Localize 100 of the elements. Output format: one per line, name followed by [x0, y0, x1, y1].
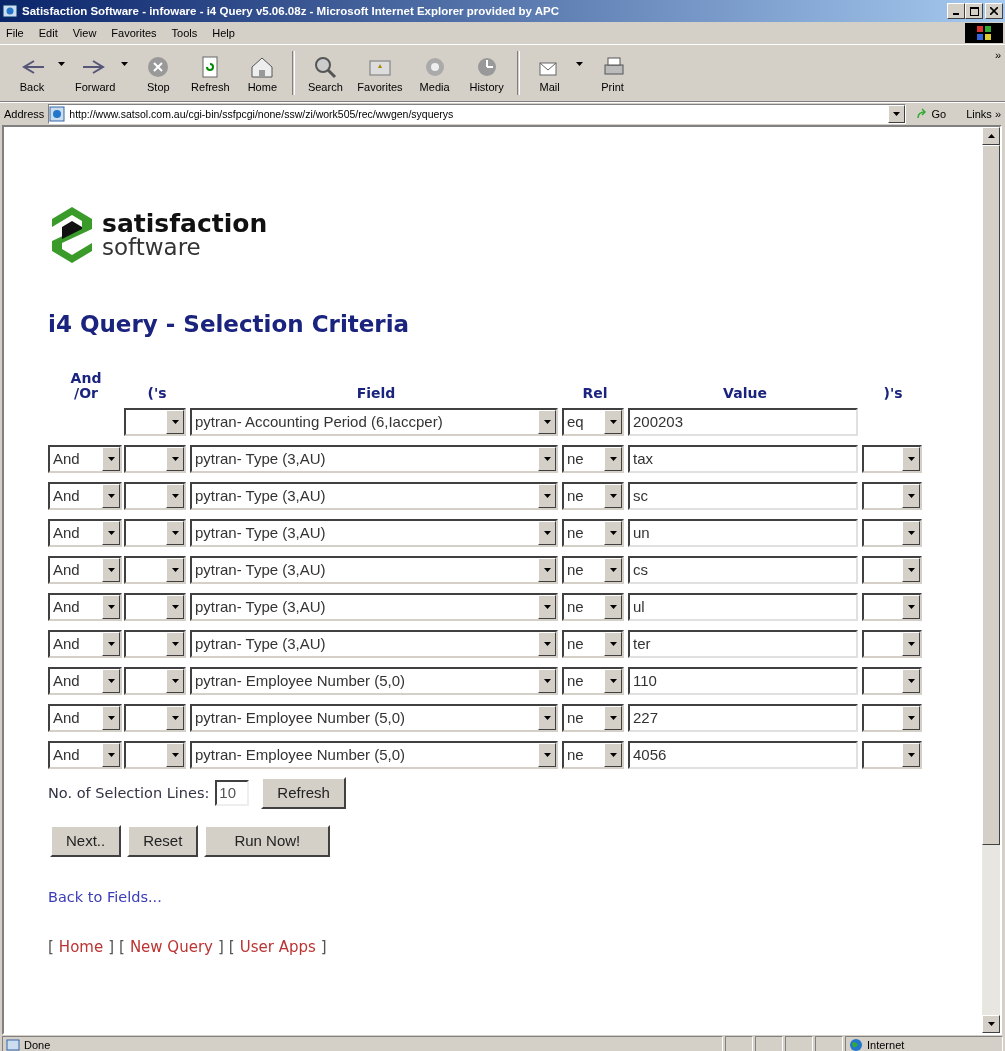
- dropdown[interactable]: ne: [562, 555, 624, 584]
- dropdown[interactable]: [124, 555, 186, 584]
- menu-item[interactable]: Favorites: [111, 27, 157, 39]
- dropdown[interactable]: [862, 481, 922, 510]
- toolbar-button[interactable]: Favorites: [351, 53, 409, 93]
- footer-link[interactable]: New Query: [129, 937, 213, 956]
- minimize-button[interactable]: [947, 3, 965, 19]
- toolbar-button[interactable]: Media: [408, 53, 461, 93]
- dropdown[interactable]: And: [48, 703, 122, 732]
- go-button[interactable]: Go: [910, 108, 953, 120]
- address-label: Address: [4, 108, 45, 120]
- address-field[interactable]: http://www.satsol.com.au/cgi-bin/ssfpcgi/none/ssw/zi/work505/rec/wwgen/syquerys: [48, 104, 907, 124]
- dropdown[interactable]: [124, 481, 186, 510]
- footer-link[interactable]: User Apps: [239, 937, 316, 956]
- value-field[interactable]: cs: [628, 555, 858, 584]
- value-field[interactable]: sc: [628, 481, 858, 510]
- menu-item[interactable]: Edit: [38, 27, 58, 39]
- dropdown[interactable]: pytran- Accounting Period (6,Iaccper): [190, 407, 558, 436]
- value-field[interactable]: tax: [628, 444, 858, 473]
- menu-item[interactable]: File: [6, 27, 24, 39]
- dropdown[interactable]: And: [48, 518, 122, 547]
- value-field[interactable]: 200203: [628, 407, 858, 436]
- refresh-button[interactable]: Refresh: [261, 776, 346, 809]
- dropdown[interactable]: ne: [562, 629, 624, 658]
- globe-icon: [849, 1037, 863, 1051]
- scrollbar[interactable]: [982, 127, 1000, 1033]
- dropdown[interactable]: [862, 666, 922, 695]
- dropdown[interactable]: ne: [562, 592, 624, 621]
- value-field[interactable]: 227: [628, 703, 858, 732]
- dropdown[interactable]: eq: [562, 407, 624, 436]
- dropdown[interactable]: ne: [562, 518, 624, 547]
- dropdown[interactable]: pytran- Type (3,AU): [190, 629, 558, 658]
- dropdown[interactable]: And: [48, 555, 122, 584]
- dropdown[interactable]: ne: [562, 481, 624, 510]
- dropdown[interactable]: [124, 518, 186, 547]
- dropdown[interactable]: [862, 740, 922, 769]
- dropdown[interactable]: [124, 407, 186, 436]
- dropdown[interactable]: [862, 592, 922, 621]
- dropdown[interactable]: [862, 555, 922, 584]
- dropdown[interactable]: pytran- Employee Number (5,0): [190, 703, 558, 732]
- value-field[interactable]: 4056: [628, 740, 858, 769]
- toolbar-button[interactable]: Stop: [132, 53, 185, 93]
- toolbar-button[interactable]: Back: [6, 53, 58, 93]
- dropdown[interactable]: [124, 740, 186, 769]
- back-to-fields-link[interactable]: Back to Fields...: [48, 888, 162, 905]
- toolbar-button[interactable]: Refresh: [184, 53, 237, 93]
- toolbar-button[interactable]: Forward: [69, 53, 122, 93]
- dropdown[interactable]: pytran- Type (3,AU): [190, 555, 558, 584]
- menu-item[interactable]: Tools: [171, 27, 198, 39]
- toolbar-button[interactable]: History: [460, 53, 513, 93]
- dropdown[interactable]: ne: [562, 444, 624, 473]
- selection-lines-field[interactable]: 10: [215, 779, 250, 806]
- dropdown[interactable]: ne: [562, 666, 624, 695]
- dropdown[interactable]: pytran- Type (3,AU): [190, 444, 558, 473]
- toolbar-button[interactable]: Mail: [523, 53, 576, 93]
- caret-icon[interactable]: [575, 62, 583, 66]
- caret-icon[interactable]: [58, 62, 65, 66]
- value-field[interactable]: ter: [628, 629, 858, 658]
- value-field[interactable]: un: [628, 518, 858, 547]
- toolbar-button[interactable]: Home: [236, 53, 289, 93]
- toolbar-button[interactable]: Print: [586, 53, 639, 93]
- caret-icon[interactable]: [121, 62, 129, 66]
- dropdown[interactable]: [862, 629, 922, 658]
- scroll-down-icon[interactable]: [987, 1022, 995, 1026]
- dropdown[interactable]: pytran- Employee Number (5,0): [190, 740, 558, 769]
- go-arrow-icon: [916, 108, 929, 120]
- dropdown[interactable]: And: [48, 629, 122, 658]
- value-field[interactable]: 110: [628, 666, 858, 695]
- dropdown[interactable]: And: [48, 592, 122, 621]
- reset-button[interactable]: Reset: [127, 824, 199, 857]
- footer-link[interactable]: Home: [58, 937, 104, 956]
- dropdown[interactable]: pytran- Type (3,AU): [190, 481, 558, 510]
- dropdown[interactable]: And: [48, 740, 122, 769]
- dropdown[interactable]: [124, 703, 186, 732]
- close-button[interactable]: [985, 3, 1003, 19]
- dropdown[interactable]: And: [48, 444, 122, 473]
- dropdown[interactable]: pytran- Type (3,AU): [190, 592, 558, 621]
- links-button[interactable]: Links »: [956, 108, 1001, 120]
- menu-item[interactable]: View: [72, 27, 97, 39]
- menu-item[interactable]: Help: [212, 27, 235, 39]
- more-chevron[interactable]: »: [994, 49, 1001, 61]
- dropdown[interactable]: And: [48, 666, 122, 695]
- maximize-button[interactable]: [965, 3, 983, 19]
- dropdown[interactable]: pytran- Type (3,AU): [190, 518, 558, 547]
- next-button[interactable]: Next..: [50, 824, 122, 857]
- dropdown[interactable]: And: [48, 481, 122, 510]
- dropdown[interactable]: [124, 592, 186, 621]
- run-now-button[interactable]: Run Now!: [204, 824, 331, 857]
- dropdown[interactable]: [124, 666, 186, 695]
- dropdown[interactable]: [862, 703, 922, 732]
- value-field[interactable]: ul: [628, 592, 858, 621]
- dropdown[interactable]: [124, 629, 186, 658]
- dropdown[interactable]: [862, 444, 922, 473]
- toolbar-button[interactable]: Search: [299, 53, 352, 93]
- dropdown[interactable]: ne: [562, 740, 624, 769]
- dropdown[interactable]: [124, 444, 186, 473]
- scroll-up-icon[interactable]: [987, 134, 995, 138]
- dropdown[interactable]: ne: [562, 703, 624, 732]
- dropdown[interactable]: pytran- Employee Number (5,0): [190, 666, 558, 695]
- dropdown[interactable]: [862, 518, 922, 547]
